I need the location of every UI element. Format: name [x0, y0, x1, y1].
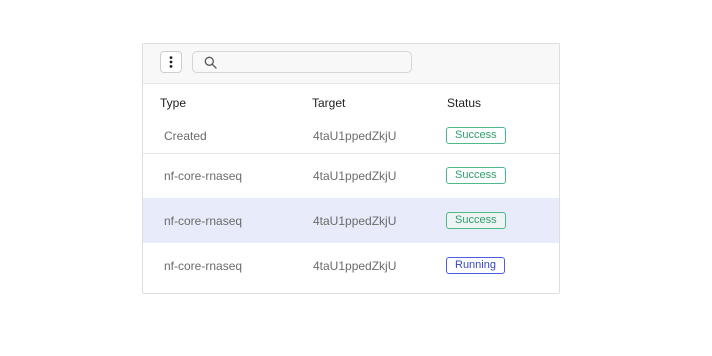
status-badge: Success: [446, 127, 506, 144]
status-badge: Success: [446, 212, 506, 229]
more-options-button[interactable]: [160, 51, 182, 73]
cell-type: Created: [164, 129, 207, 143]
cell-type: nf-core-rnaseq: [164, 169, 243, 183]
cell-type: nf-core-rnaseq: [164, 214, 243, 228]
column-header-target[interactable]: Target: [312, 96, 345, 110]
table-row-selected[interactable]: nf-core-rnaseq 4taU1ppedZkjU Success: [143, 198, 559, 243]
vertical-ellipsis-icon: [169, 56, 173, 68]
status-badge: Running: [446, 257, 505, 274]
search-icon: [204, 56, 217, 69]
activity-panel: Type Target Status Created 4taU1ppedZkjU…: [142, 43, 560, 294]
status-badge: Success: [446, 167, 506, 184]
search-box[interactable]: [192, 51, 412, 73]
column-header-status[interactable]: Status: [447, 96, 481, 110]
cell-target: 4taU1ppedZkjU: [313, 129, 397, 143]
table-header: Type Target Status: [143, 96, 559, 114]
toolbar: [143, 44, 559, 84]
table-row[interactable]: nf-core-rnaseq 4taU1ppedZkjU Running: [143, 243, 559, 287]
cell-target: 4taU1ppedZkjU: [313, 259, 397, 273]
column-header-type[interactable]: Type: [160, 96, 186, 110]
table-row[interactable]: nf-core-rnaseq 4taU1ppedZkjU Success: [143, 154, 559, 198]
cell-target: 4taU1ppedZkjU: [313, 214, 397, 228]
search-input[interactable]: [223, 54, 407, 72]
cell-target: 4taU1ppedZkjU: [313, 169, 397, 183]
cell-type: nf-core-rnaseq: [164, 259, 243, 273]
table-row[interactable]: Created 4taU1ppedZkjU Success: [143, 122, 559, 153]
